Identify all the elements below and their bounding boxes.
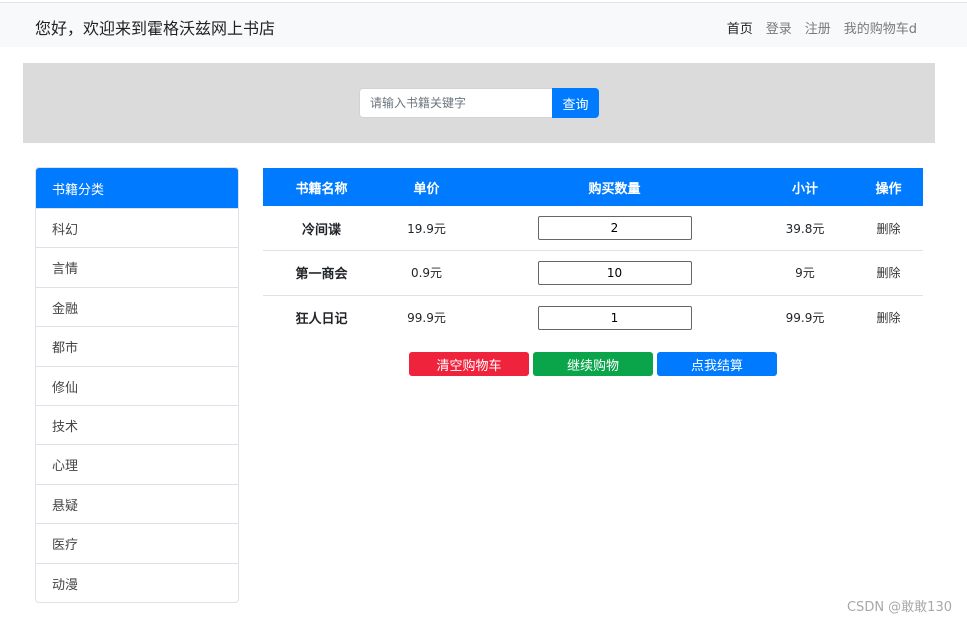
site-brand[interactable]: 您好，欢迎来到霍格沃兹网上书店 xyxy=(35,15,275,39)
search-band: 查询 xyxy=(23,63,935,143)
checkout-button[interactable]: 点我结算 xyxy=(657,352,777,376)
cart-header-row: 书籍名称 单价 购买数量 小计 操作 xyxy=(263,168,923,206)
col-header-quantity: 购买数量 xyxy=(473,168,756,206)
qty-cell xyxy=(473,250,756,296)
delete-link[interactable]: 删除 xyxy=(876,222,900,236)
category-item-psychology[interactable]: 心理 xyxy=(36,444,238,483)
book-subtotal: 99.9元 xyxy=(785,311,825,325)
book-price: 99.9元 xyxy=(407,311,446,325)
continue-shopping-button[interactable]: 继续购物 xyxy=(533,352,653,376)
category-item-scifi[interactable]: 科幻 xyxy=(36,208,238,247)
nav-link-login[interactable]: 登录 xyxy=(766,18,792,37)
cart-table: 书籍名称 单价 购买数量 小计 操作 冷间谍 19.9元 39.8元 删除 第一… xyxy=(263,168,923,340)
action-cell: 删除 xyxy=(854,250,923,296)
cart-section: 书籍名称 单价 购买数量 小计 操作 冷间谍 19.9元 39.8元 删除 第一… xyxy=(263,168,923,376)
quantity-input[interactable] xyxy=(537,305,692,330)
action-cell: 删除 xyxy=(854,295,923,340)
category-panel: 书籍分类 科幻 言情 金融 都市 修仙 技术 心理 悬疑 医疗 动漫 xyxy=(35,167,239,603)
col-header-action: 操作 xyxy=(854,168,923,206)
category-item-urban[interactable]: 都市 xyxy=(36,326,238,365)
nav-links: 首页 登录 注册 我的购物车d xyxy=(727,18,917,37)
book-price: 19.9元 xyxy=(380,206,473,251)
delete-link[interactable]: 删除 xyxy=(876,266,900,280)
clear-cart-button[interactable]: 清空购物车 xyxy=(409,352,529,376)
category-item-romance[interactable]: 言情 xyxy=(36,247,238,286)
search-button[interactable]: 查询 xyxy=(552,88,599,118)
nav-link-home[interactable]: 首页 xyxy=(727,18,753,37)
delete-link[interactable]: 删除 xyxy=(876,311,900,325)
category-item-anime[interactable]: 动漫 xyxy=(36,562,238,602)
nav-link-my-cart[interactable]: 我的购物车d xyxy=(844,18,917,37)
category-item-medical[interactable]: 医疗 xyxy=(36,523,238,562)
search-input[interactable] xyxy=(359,88,553,118)
book-name: 冷间谍 xyxy=(263,206,380,251)
watermark: CSDN @敢敢130 xyxy=(846,600,952,615)
quantity-input[interactable] xyxy=(537,216,692,240)
category-item-finance[interactable]: 金融 xyxy=(36,286,238,326)
qty-cell xyxy=(473,206,756,251)
book-subtotal: 39.8元 xyxy=(756,206,854,251)
category-item-tech[interactable]: 技术 xyxy=(36,404,238,444)
category-header: 书籍分类 xyxy=(36,168,238,208)
col-header-book-name: 书籍名称 xyxy=(263,168,380,206)
col-header-price: 单价 xyxy=(380,168,473,206)
col-header-subtotal: 小计 xyxy=(756,168,854,206)
cart-actions: 清空购物车 继续购物 点我结算 xyxy=(409,352,777,376)
book-subtotal: 9元 xyxy=(756,250,854,296)
category-item-mystery[interactable]: 悬疑 xyxy=(36,483,238,523)
top-navbar: 您好，欢迎来到霍格沃兹网上书店 首页 登录 注册 我的购物车d xyxy=(0,2,967,47)
nav-link-register[interactable]: 注册 xyxy=(805,18,831,37)
table-row: 狂人日记 99.9元 99.9元 删除 xyxy=(263,295,923,340)
book-name: 第一商会 xyxy=(263,250,380,296)
qty-cell xyxy=(473,295,756,340)
book-price: 0.9元 xyxy=(380,250,473,296)
category-item-xianxia[interactable]: 修仙 xyxy=(36,365,238,405)
action-cell: 删除 xyxy=(854,206,923,251)
table-row: 第一商会 0.9元 9元 删除 xyxy=(263,250,923,296)
quantity-input[interactable] xyxy=(537,260,692,285)
book-name: 狂人日记 xyxy=(295,312,348,327)
table-row: 冷间谍 19.9元 39.8元 删除 xyxy=(263,206,923,251)
